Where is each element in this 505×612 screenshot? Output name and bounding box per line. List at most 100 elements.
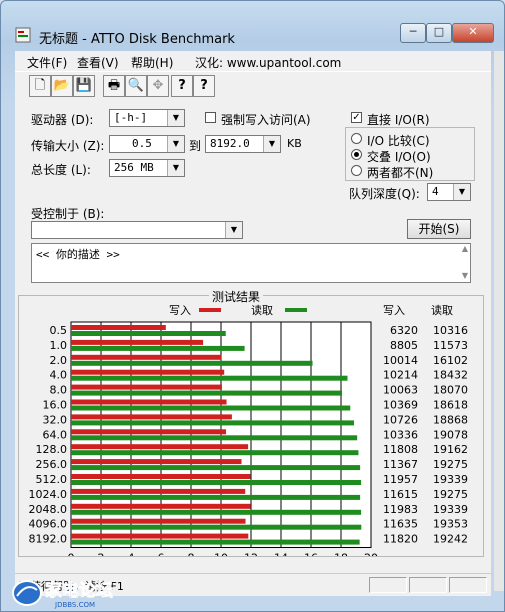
menu-help[interactable]: 帮助(H): [131, 54, 173, 71]
write-bar: [71, 503, 251, 509]
write-value: 11957: [383, 473, 418, 486]
menu-view[interactable]: 查看(V): [77, 54, 119, 71]
read-bar: [71, 465, 361, 471]
x-tick-label: 6: [158, 552, 165, 557]
write-value: 11615: [383, 488, 418, 501]
scroll-down-icon[interactable]: ▼: [462, 271, 468, 280]
logo-subtext: JDBBS.COM: [54, 601, 95, 609]
start-button[interactable]: 开始(S): [407, 219, 471, 239]
transfer-to-select[interactable]: 8192.0 ▼: [205, 135, 281, 153]
read-column-header: 读取: [431, 303, 453, 317]
read-value: 19339: [433, 503, 468, 516]
close-button[interactable]: ✕: [452, 23, 494, 43]
chevron-down-icon[interactable]: ▼: [167, 160, 184, 176]
category-label: 4096.0: [29, 518, 68, 531]
maximize-button[interactable]: □: [426, 23, 452, 43]
chevron-down-icon[interactable]: ▼: [453, 184, 470, 200]
total-length-label: 总长度 (L):: [31, 163, 91, 177]
print-preview-icon[interactable]: 🔍: [125, 75, 147, 97]
watermark-logo: 家电论坛 JDBBS.COM: [12, 580, 113, 609]
controlled-by-select[interactable]: ▼: [31, 221, 243, 239]
window-edge: [494, 51, 504, 591]
menu-file[interactable]: 文件(F): [27, 54, 67, 71]
logo-text: 家电论坛: [45, 580, 113, 601]
results-group: 测试结果 写入读取写入读取02468101214161820传输速率 - MB …: [18, 288, 484, 557]
write-value: 11808: [383, 443, 418, 456]
category-label: 0.5: [50, 324, 68, 337]
neither-radio[interactable]: [351, 165, 362, 176]
read-value: 11573: [433, 339, 468, 352]
direct-io-label[interactable]: 直接 I/O(R): [367, 111, 430, 128]
write-value: 8805: [390, 339, 418, 352]
kb-label: KB: [287, 137, 302, 150]
io-compare-label[interactable]: I/O 比较(C): [367, 132, 430, 149]
read-bar: [71, 390, 343, 396]
read-value: 18868: [433, 413, 468, 426]
status-panel-2: [409, 577, 447, 593]
category-label: 128.0: [36, 443, 68, 456]
force-write-label[interactable]: 强制写入访问(A): [221, 111, 311, 128]
write-value: 6320: [390, 324, 418, 337]
controlled-by-label: 受控制于 (B):: [31, 207, 105, 221]
drive-value: [-h-]: [114, 111, 148, 124]
chevron-down-icon[interactable]: ▼: [263, 136, 280, 152]
read-bar: [71, 524, 362, 530]
write-value: 11820: [383, 533, 418, 546]
direct-io-checkbox[interactable]: ✓: [351, 112, 362, 123]
write-value: 10014: [383, 354, 418, 367]
write-bar: [71, 339, 204, 345]
read-value: 19275: [433, 488, 468, 501]
drive-select[interactable]: [-h-] ▼: [109, 109, 185, 127]
read-value: 19353: [433, 518, 468, 531]
transfer-size-label: 传输大小 (Z):: [31, 139, 105, 153]
status-panel-3: [449, 577, 487, 593]
total-length-select[interactable]: 256 MB ▼: [109, 159, 185, 177]
read-value: 16102: [433, 354, 468, 367]
new-icon[interactable]: 🗋: [29, 75, 51, 97]
write-value: 11635: [383, 518, 418, 531]
toolbar-separator: [15, 71, 491, 72]
read-value: 19242: [433, 533, 468, 546]
save-icon[interactable]: 💾: [73, 75, 95, 97]
write-bar: [71, 488, 246, 494]
overlap-io-label[interactable]: 交叠 I/O(O): [367, 148, 431, 165]
category-label: 8192.0: [29, 533, 68, 546]
menu-localization[interactable]: 汉化: www.upantool.com: [195, 54, 341, 71]
io-compare-radio[interactable]: [351, 133, 362, 144]
neither-label[interactable]: 两者都不(N): [367, 164, 433, 181]
x-tick-label: 10: [214, 552, 228, 557]
category-label: 2048.0: [29, 503, 68, 516]
category-label: 1.0: [50, 339, 68, 352]
move-icon[interactable]: ✥: [147, 75, 169, 97]
category-label: 16.0: [43, 399, 68, 412]
read-value: 18618: [433, 399, 468, 412]
open-icon[interactable]: 📂: [51, 75, 73, 97]
context-help-icon[interactable]: ?: [193, 75, 215, 97]
queue-depth-select[interactable]: 4 ▼: [427, 183, 471, 201]
print-icon[interactable]: 🖶: [103, 75, 125, 97]
scroll-up-icon[interactable]: ▲: [462, 244, 468, 253]
write-bar: [71, 325, 166, 330]
category-label: 256.0: [36, 458, 68, 471]
category-label: 8.0: [50, 384, 68, 397]
write-bar: [71, 518, 246, 524]
transfer-to-value: 8192.0: [210, 137, 250, 150]
read-bar: [71, 435, 358, 441]
read-bar: [71, 420, 355, 426]
x-tick-label: 0: [68, 552, 75, 557]
chevron-down-icon[interactable]: ▼: [167, 136, 184, 152]
title-bar[interactable]: 无标题 - ATTO Disk Benchmark ─ □ ✕: [1, 1, 504, 47]
transfer-from-select[interactable]: 0.5 ▼: [109, 135, 185, 153]
category-label: 32.0: [43, 413, 68, 426]
overlap-io-radio[interactable]: [351, 149, 362, 160]
chevron-down-icon[interactable]: ▼: [167, 110, 184, 126]
write-bar: [71, 459, 242, 465]
write-value: 11367: [383, 458, 418, 471]
write-bar: [71, 429, 227, 435]
description-textarea[interactable]: << 你的描述 >> ▲ ▼: [31, 243, 471, 283]
read-bar: [71, 331, 226, 336]
minimize-button[interactable]: ─: [400, 23, 426, 43]
help-icon[interactable]: ?: [171, 75, 193, 97]
force-write-checkbox[interactable]: [205, 112, 216, 123]
chevron-down-icon[interactable]: ▼: [225, 222, 242, 238]
